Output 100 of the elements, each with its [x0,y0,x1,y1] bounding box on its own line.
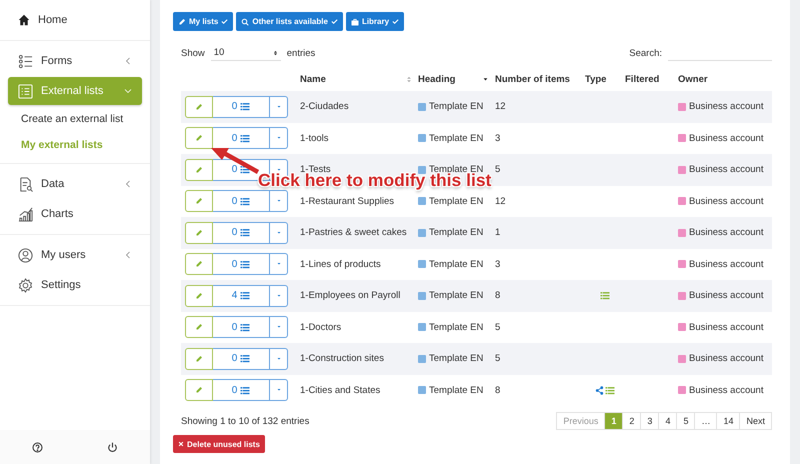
briefcase-icon [350,18,359,26]
check-icon [221,18,228,25]
table-cell-text: 5 [495,322,502,333]
caret-down-icon [276,356,282,361]
items-button[interactable]: 0 [213,348,270,370]
items-button[interactable]: 0 [213,253,270,276]
filter-button[interactable]: Library [346,12,404,31]
page-button[interactable]: 5 [676,412,696,430]
bar-chart-icon [18,206,33,222]
table-cell-text: 5 [495,164,502,176]
caret-down-icon [276,262,282,266]
entries-select[interactable]: 10 [210,45,281,61]
dropdown-button[interactable] [270,127,288,150]
column-header[interactable]: Name [300,74,326,84]
edit-button[interactable] [185,284,213,307]
edit-button[interactable] [185,158,213,181]
table-cell: Business account [689,322,764,333]
column-header[interactable]: Filtered [625,74,660,84]
edit-button[interactable] [185,348,213,370]
table-cell-text: 3 [495,258,502,270]
dropdown-button[interactable] [270,190,288,212]
list-icon [240,165,250,174]
items-button[interactable]: 0 [213,127,270,150]
column-header[interactable]: Owner [678,74,708,84]
table-cell: Template EN [429,132,484,144]
filter-button[interactable]: Other lists available [236,12,343,31]
table-cell-text: 1-Construction sites [300,353,385,364]
pencil-icon [195,102,203,111]
owner-tag-icon [678,323,686,332]
items-button[interactable]: 0 [213,316,270,338]
list-icon [605,386,615,395]
owner-tag-icon [678,354,686,363]
sidebar-item[interactable]: Charts [8,200,142,228]
chevron-left-icon [124,251,132,259]
settings-icon [18,278,33,292]
edit-button[interactable] [185,253,213,276]
table-cell-text: 1-Restaurant Supplies [300,196,395,207]
submenu-item[interactable]: Create an external list [8,107,142,131]
dropdown-button[interactable] [270,348,288,370]
sidebar-item[interactable]: Data [8,170,142,198]
edit-button[interactable] [185,379,213,402]
table-cell-text: 1-Lines of products [300,258,382,270]
owner-tag-icon [678,102,686,111]
filter-button[interactable]: My lists [173,12,234,31]
share-icon [595,386,604,395]
page-button[interactable]: 14 [716,412,740,430]
column-header[interactable]: Number of items [495,74,570,84]
dropdown-button[interactable] [270,284,288,307]
list-icon [240,354,250,364]
pencil-icon [195,323,203,332]
list-icon [240,291,250,300]
page-button[interactable]: Next [739,412,772,430]
list-icon [240,196,250,206]
page-button[interactable]: … [694,412,718,430]
table-cell: Business account [689,227,764,238]
dropdown-button[interactable] [270,96,288,118]
column-header[interactable]: Type [585,74,606,84]
sidebar-item[interactable]: My users [8,241,142,269]
heading-tag-icon [418,197,426,206]
items-button[interactable]: 0 [213,96,270,118]
pencil-icon [195,166,203,174]
page-button[interactable]: 2 [622,412,642,430]
caret-down-icon [276,294,282,298]
heading-tag-icon [418,166,426,174]
table-cell-text: 1-Employees on Payroll [300,290,402,302]
search-label: Search: [629,48,662,58]
sidebar-item[interactable]: Forms [8,47,142,75]
sidebar-item[interactable]: Home [8,6,142,34]
edit-button[interactable] [185,127,213,150]
dropdown-button[interactable] [270,222,288,244]
page-button[interactable]: 4 [658,412,678,430]
chevron-left-icon [124,57,132,65]
arrow [210,147,260,175]
page-button[interactable]: 3 [640,412,660,430]
edit-button[interactable] [185,96,213,118]
edit-button[interactable] [185,190,213,212]
items-button[interactable]: 0 [213,379,270,402]
sidebar-item[interactable]: Settings [8,271,142,299]
heading-tag-icon [418,292,426,300]
edit-button[interactable] [185,316,213,338]
owner-tag-icon [678,386,686,394]
column-header[interactable]: Heading [418,74,456,84]
user-icon [18,248,33,262]
table-cell: Template EN [429,101,484,112]
delete-button[interactable]: Delete unused lists [173,435,265,453]
home-icon [18,14,30,26]
updown-icon [272,48,278,56]
dropdown-button[interactable] [270,316,288,338]
table-cell: Template EN [429,196,484,207]
dropdown-button[interactable] [270,253,288,276]
caret-down-icon [276,199,282,204]
table-cell-text: 8 [495,384,502,396]
dropdown-button[interactable] [270,379,288,402]
items-button[interactable]: 4 [213,284,270,307]
items-button[interactable]: 0 [213,190,270,212]
edit-button[interactable] [185,222,213,244]
items-button[interactable]: 0 [213,222,270,244]
entries-info: Showing 1 to 10 of 132 entries [181,416,310,426]
heading-tag-icon [418,102,426,111]
pencil-icon [195,260,203,268]
